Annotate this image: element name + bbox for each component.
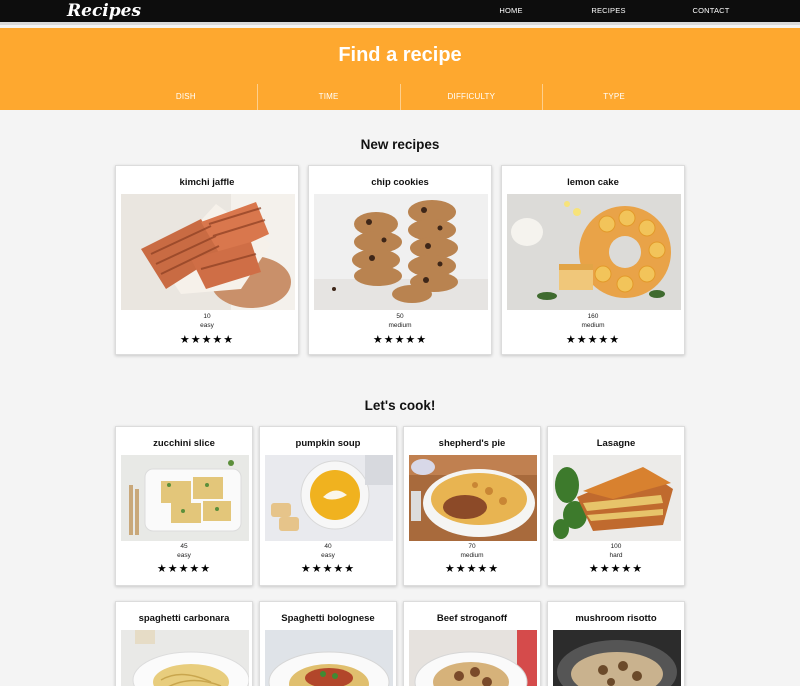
recipe-card[interactable]: lemon cake 160 medium ★★★★★ — [501, 165, 685, 355]
hero-title: Find a recipe — [338, 44, 462, 66]
lemon-cake-photo — [507, 194, 681, 310]
zucchini-slice-photo — [121, 455, 249, 541]
recipe-card[interactable]: Lasagne 100 hard ★★★★★ — [547, 426, 685, 586]
rating-stars[interactable]: ★★★★★ — [260, 562, 396, 575]
recipe-difficulty: medium — [388, 322, 412, 329]
recipe-difficulty: easy — [200, 322, 214, 329]
recipe-difficulty: easy — [177, 552, 191, 559]
recipe-time: 10 — [203, 313, 211, 320]
rating-stars[interactable]: ★★★★★ — [548, 562, 684, 575]
recipe-time: 70 — [468, 543, 476, 550]
new-recipes-heading: New recipes — [360, 137, 440, 152]
recipe-difficulty: medium — [460, 552, 484, 559]
nav-contact[interactable]: CONTACT — [692, 0, 730, 22]
recipe-title: mushroom risotto — [575, 613, 657, 624]
lasagne-photo — [553, 455, 681, 541]
carbonara-photo — [121, 630, 249, 686]
recipe-card[interactable]: chip cookies 50 medium ★★★★★ — [308, 165, 492, 355]
nav-recipes[interactable]: RECIPES — [588, 0, 629, 25]
top-navbar: Recipes HOME RECIPES CONTACT — [0, 0, 800, 25]
recipe-title: Beef stroganoff — [436, 613, 508, 624]
shepherds-pie-photo — [409, 455, 537, 541]
risotto-photo — [553, 630, 681, 686]
recipe-time: 45 — [180, 543, 188, 550]
rating-stars[interactable]: ★★★★★ — [502, 333, 684, 346]
recipe-title: lemon cake — [567, 177, 619, 188]
recipe-difficulty: medium — [581, 322, 605, 329]
recipe-card[interactable]: kimchi jaffle 10 easy ★★★★★ — [115, 165, 299, 355]
recipe-title: shepherd's pie — [438, 438, 506, 449]
filter-bar: DISH TIME DIFFICULTY TYPE — [115, 84, 685, 110]
site-logo[interactable]: Recipes — [67, 0, 141, 22]
recipe-title: Spaghetti bolognese — [281, 613, 375, 624]
recipe-time: 160 — [587, 313, 599, 320]
nav-home[interactable]: HOME — [496, 0, 526, 22]
recipe-time: 50 — [396, 313, 404, 320]
cookies-photo — [314, 194, 488, 310]
filter-difficulty[interactable]: DIFFICULTY — [401, 84, 544, 110]
filter-dish[interactable]: DISH — [115, 84, 258, 110]
toasted-sandwich-photo — [121, 194, 295, 310]
rating-stars[interactable]: ★★★★★ — [116, 562, 252, 575]
recipe-title: Lasagne — [596, 438, 636, 449]
rating-stars[interactable]: ★★★★★ — [404, 562, 540, 575]
recipe-title: spaghetti carbonara — [138, 613, 230, 624]
recipe-card[interactable]: mushroom risotto — [547, 601, 685, 686]
rating-stars[interactable]: ★★★★★ — [309, 333, 491, 346]
recipe-title: zucchini slice — [153, 438, 215, 449]
recipe-title: chip cookies — [371, 177, 429, 188]
stroganoff-photo — [409, 630, 537, 686]
recipe-card[interactable]: pumpkin soup 40 easy ★★★★★ — [259, 426, 397, 586]
recipe-difficulty: hard — [609, 552, 623, 559]
recipe-difficulty: easy — [321, 552, 335, 559]
filter-type[interactable]: TYPE — [543, 84, 685, 110]
filter-time[interactable]: TIME — [258, 84, 401, 110]
recipe-card[interactable]: Beef stroganoff — [403, 601, 541, 686]
recipe-card[interactable]: shepherd's pie 70 medium ★★★★★ — [403, 426, 541, 586]
recipe-time: 40 — [324, 543, 332, 550]
recipe-time: 100 — [610, 543, 622, 550]
navbar-divider — [0, 22, 800, 25]
pumpkin-soup-photo — [265, 455, 393, 541]
hero-banner: Find a recipe DISH TIME DIFFICULTY TYPE — [0, 28, 800, 110]
rating-stars[interactable]: ★★★★★ — [116, 333, 298, 346]
recipe-title: pumpkin soup — [295, 438, 361, 449]
bolognese-photo — [265, 630, 393, 686]
recipe-card[interactable]: spaghetti carbonara — [115, 601, 253, 686]
lets-cook-heading: Let's cook! — [364, 398, 436, 413]
recipe-card[interactable]: zucchini slice 45 easy ★★★★★ — [115, 426, 253, 586]
recipe-title: kimchi jaffle — [179, 177, 235, 188]
recipe-card[interactable]: Spaghetti bolognese — [259, 601, 397, 686]
